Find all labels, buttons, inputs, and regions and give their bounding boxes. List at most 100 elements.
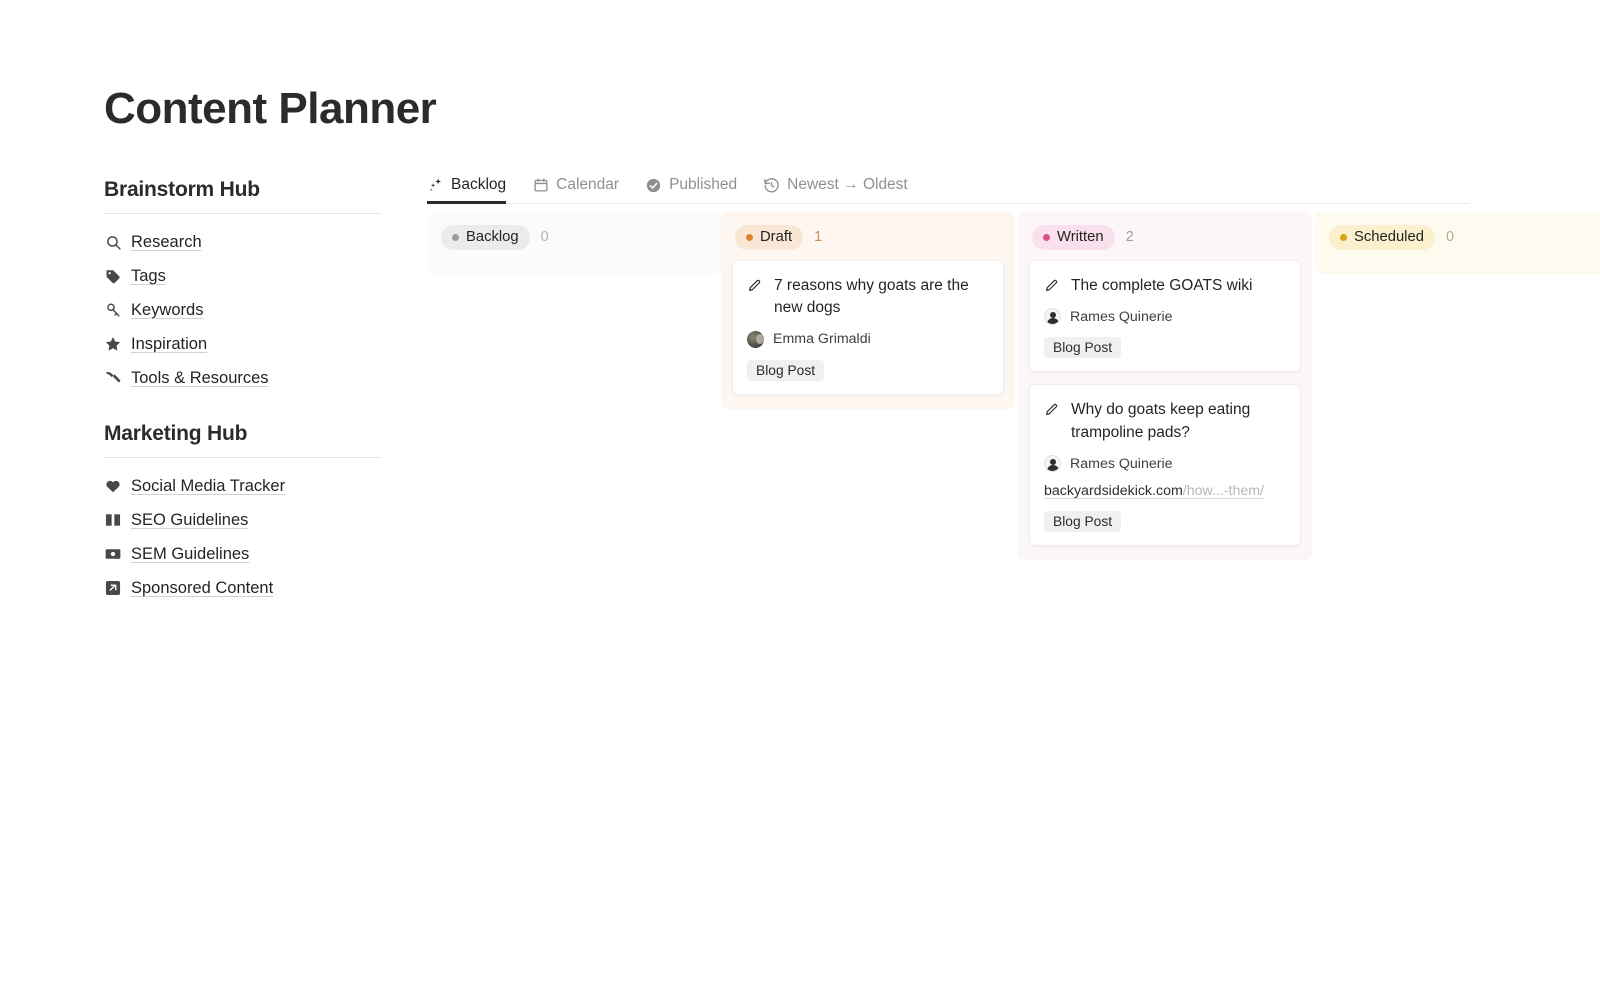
- card[interactable]: The complete GOATS wiki Rames Quinerie B…: [1029, 260, 1301, 373]
- sidebar-heading-brainstorm-hub: Brainstorm Hub: [104, 178, 382, 214]
- status-badge[interactable]: Scheduled: [1329, 224, 1435, 250]
- card-title: Why do goats keep eating trampoline pads…: [1071, 401, 1251, 441]
- sidebar: Brainstorm Hub Research Tags Keywords In…: [104, 178, 382, 605]
- tab-label: Published: [669, 176, 738, 193]
- avatar: [1044, 455, 1061, 473]
- status-dot-icon: [746, 233, 753, 241]
- sidebar-item-label: Keywords: [131, 300, 204, 319]
- author-name: Rames Quinerie: [1070, 455, 1173, 472]
- search-icon: [104, 233, 122, 251]
- check-circle-icon: [645, 177, 662, 194]
- sidebar-item-label: Tags: [131, 266, 166, 285]
- sidebar-item-label: SEM Guidelines: [131, 544, 250, 563]
- column-count: 0: [540, 229, 549, 245]
- tab-calendar[interactable]: Calendar: [532, 176, 619, 203]
- status-badge[interactable]: Blog Post: [1044, 337, 1122, 359]
- sidebar-heading-marketing-hub: Marketing Hub: [104, 422, 382, 458]
- column-header: Scheduled 0: [1326, 222, 1598, 252]
- board: Backlog Calendar Published Newest → Olde…: [427, 170, 1600, 561]
- tab-newest-to-oldest[interactable]: Newest → Oldest: [763, 176, 908, 203]
- status-dot-icon: [1340, 233, 1347, 241]
- sidebar-item-label: Inspiration: [131, 334, 208, 353]
- author-name: Rames Quinerie: [1070, 308, 1173, 325]
- status-dot-icon: [452, 233, 459, 241]
- column-scheduled[interactable]: Scheduled 0: [1315, 212, 1600, 274]
- card-url-domain: backyardsidekick.com: [1044, 483, 1183, 500]
- tab-label: Backlog: [451, 176, 507, 193]
- sidebar-item-seo-guidelines[interactable]: SEO Guidelines: [104, 503, 382, 537]
- card-tag-row: Blog Post: [747, 359, 988, 381]
- status-label: Written: [1057, 229, 1104, 245]
- sidebar-item-label: Social Media Tracker: [131, 476, 286, 495]
- card[interactable]: Why do goats keep eating trampoline pads…: [1029, 384, 1301, 547]
- column-count: 2: [1125, 229, 1134, 245]
- calendar-icon: [532, 177, 549, 194]
- card-author: Rames Quinerie: [1044, 455, 1285, 473]
- key-icon: [104, 301, 122, 319]
- sidebar-item-research[interactable]: Research: [104, 225, 382, 259]
- card-author: Rames Quinerie: [1044, 308, 1285, 326]
- column-header: Written 2: [1029, 222, 1301, 252]
- sidebar-item-label: SEO Guidelines: [131, 510, 249, 529]
- tab-label: Calendar: [556, 176, 620, 193]
- sidebar-item-label: Sponsored Content: [131, 578, 274, 597]
- sidebar-list-marketing-hub: Social Media Tracker SEO Guidelines SEM …: [104, 469, 382, 605]
- sparkles-icon: [427, 177, 444, 194]
- status-badge[interactable]: Written: [1032, 224, 1115, 250]
- sidebar-item-tags[interactable]: Tags: [104, 259, 382, 293]
- card-url[interactable]: backyardsidekick.com/how...-them/: [1044, 483, 1285, 499]
- tab-backlog[interactable]: Backlog: [427, 176, 507, 204]
- column-header: Backlog 0: [438, 222, 710, 252]
- book-icon: [104, 511, 122, 529]
- card-title-row: 7 reasons why goats are the new dogs: [747, 275, 988, 320]
- status-badge[interactable]: Blog Post: [747, 359, 825, 381]
- heart-icon: [104, 477, 122, 495]
- content-planner-page: Content Planner Brainstorm Hub Research: [0, 0, 1600, 999]
- sidebar-list-brainstorm-hub: Research Tags Keywords Inspiration Tools…: [104, 225, 382, 395]
- card[interactable]: 7 reasons why goats are the new dogs Emm…: [732, 260, 1004, 395]
- hammer-icon: [104, 369, 122, 387]
- star-icon: [104, 335, 122, 353]
- sidebar-item-inspiration[interactable]: Inspiration: [104, 327, 382, 361]
- avatar: [1044, 308, 1061, 326]
- author-name: Emma Grimaldi: [773, 331, 871, 348]
- pencil-icon: [1044, 278, 1060, 294]
- sidebar-item-keywords[interactable]: Keywords: [104, 293, 382, 327]
- tab-label: Newest → Oldest: [787, 176, 908, 193]
- status-dot-icon: [1043, 233, 1050, 241]
- tab-published[interactable]: Published: [645, 176, 737, 203]
- sidebar-item-social-media-tracker[interactable]: Social Media Tracker: [104, 469, 382, 503]
- avatar: [747, 330, 764, 348]
- status-label: Draft: [760, 229, 793, 245]
- pencil-icon: [1044, 402, 1060, 418]
- card-title: The complete GOATS wiki: [1071, 277, 1253, 294]
- card-title-row: The complete GOATS wiki: [1044, 275, 1285, 297]
- column-draft[interactable]: Draft 1 7 reasons why goats are the new: [721, 212, 1015, 409]
- status-label: Scheduled: [1354, 229, 1424, 245]
- column-header: Draft 1: [732, 222, 1004, 252]
- external-link-icon: [104, 579, 122, 597]
- status-badge[interactable]: Blog Post: [1044, 511, 1122, 533]
- status-label: Backlog: [466, 229, 519, 245]
- column-count: 1: [814, 229, 823, 245]
- card-url-path: /how...-them/: [1182, 483, 1264, 500]
- card-title: 7 reasons why goats are the new dogs: [774, 277, 969, 317]
- column-cards: The complete GOATS wiki Rames Quinerie B…: [1029, 260, 1301, 547]
- column-written[interactable]: Written 2 The complete GOATS wiki Rames …: [1018, 212, 1312, 561]
- sidebar-item-tools-and-resources[interactable]: Tools & Resources: [104, 361, 382, 395]
- board-tabs: Backlog Calendar Published Newest → Olde…: [427, 170, 1470, 204]
- tag-icon: [104, 267, 122, 285]
- card-tag-row: Blog Post: [1044, 337, 1285, 359]
- status-badge[interactable]: Draft: [735, 224, 804, 250]
- history-icon: [763, 177, 780, 194]
- pencil-icon: [747, 278, 763, 294]
- column-count: 0: [1445, 229, 1455, 245]
- sidebar-section-marketing-hub: Marketing Hub Social Media Tracker SEO G…: [104, 422, 382, 605]
- sidebar-item-sponsored-content[interactable]: Sponsored Content: [104, 571, 382, 605]
- status-badge[interactable]: Backlog: [441, 224, 530, 250]
- kanban-columns: Backlog 0 Draft 1 7 reasons why goats ar…: [427, 212, 1600, 561]
- column-backlog[interactable]: Backlog 0: [427, 212, 721, 274]
- sidebar-section-gap: [104, 395, 382, 422]
- money-icon: [104, 545, 122, 563]
- sidebar-item-sem-guidelines[interactable]: SEM Guidelines: [104, 537, 382, 571]
